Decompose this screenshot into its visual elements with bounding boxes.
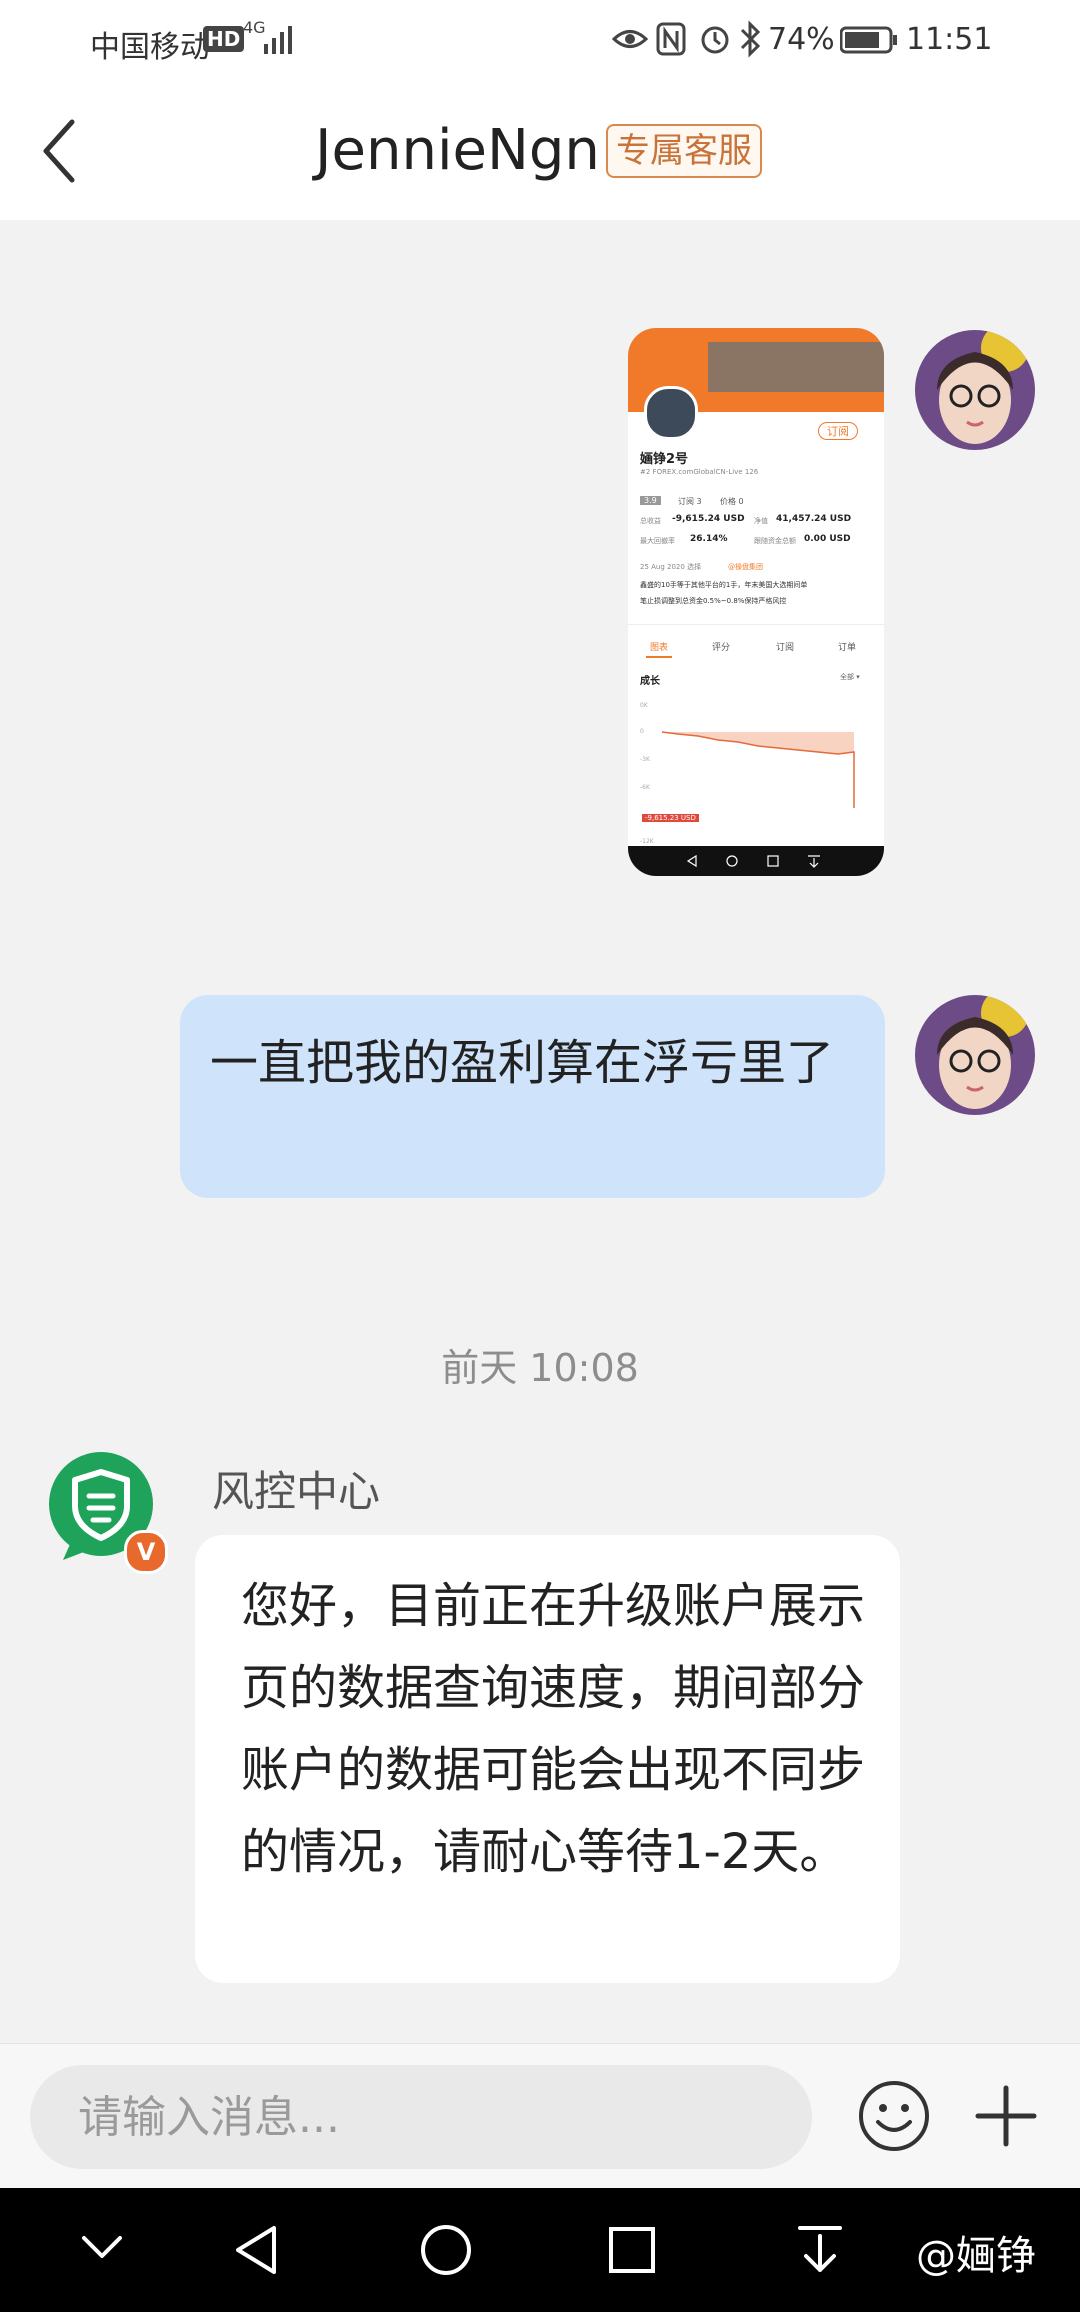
download-icon[interactable]	[794, 2222, 846, 2278]
thumb-equity-value: 41,457.24 USD	[776, 514, 852, 524]
thumb-nav-icons	[686, 854, 820, 868]
verified-badge: V	[124, 1530, 168, 1574]
plus-icon[interactable]	[974, 2084, 1038, 2148]
thumb-navbar	[628, 846, 884, 876]
thumb-date-line: 25 Aug 2020 选择	[640, 563, 702, 571]
thumb-y-tick: -6K	[640, 784, 650, 791]
thumb-profit-value: -9,615.24 USD	[672, 514, 745, 524]
chevron-down-icon[interactable]	[80, 2232, 124, 2264]
chat-title: JennieNgn	[315, 118, 600, 183]
thumb-chart-title: 成长	[640, 676, 660, 687]
thumb-photo-strip	[708, 342, 884, 392]
thumb-follow-value: 0.00 USD	[804, 534, 851, 544]
thumb-divider	[628, 624, 884, 625]
smiley-icon[interactable]	[856, 2078, 932, 2154]
message-input[interactable]	[30, 2065, 812, 2169]
chevron-left-icon[interactable]	[38, 118, 78, 184]
watermark: @婳铮	[916, 2233, 1036, 2279]
thumb-desc-line2: 笔止损调整到总资金0.5%~0.8%保持严格风控	[640, 597, 787, 605]
eye-icon	[612, 30, 648, 48]
thumb-drawdown-value: 26.14%	[690, 534, 728, 544]
battery-percent: 74%	[768, 22, 835, 57]
alarm-icon	[701, 26, 729, 54]
thumb-y-tick: 0K	[640, 702, 648, 709]
thumb-chart-filter: 全部 ▾	[840, 673, 860, 681]
thumb-drawdown-label: 最大回撤率	[640, 537, 675, 545]
message-text: 一直把我的盈利算在浮亏里了	[210, 1035, 835, 1091]
user-avatar-photo	[915, 330, 1035, 450]
user-avatar-photo	[915, 995, 1035, 1115]
image-message-thumbnail[interactable]: 订阅 婳铮2号 #2 FOREX.comGlobalCN-Live 126 3.…	[628, 328, 884, 876]
thumb-tab-subscribe: 订阅	[776, 643, 795, 653]
my-message-bubble[interactable]: 一直把我的盈利算在浮亏里了	[180, 995, 885, 1198]
thumb-tab-chart: 图表	[650, 643, 669, 653]
sender-name: 风控中心	[212, 1467, 381, 1516]
bluetooth-icon	[740, 20, 761, 58]
thumb-desc-line1: 鑫盛的10手等于其他平台的1手，年末美国大选期间单	[640, 581, 808, 589]
thumb-rating: 3.9	[640, 496, 661, 505]
thumb-value-flag: -9,615.23 USD	[642, 814, 699, 822]
avatar[interactable]	[915, 330, 1035, 450]
received-message-bubble[interactable]: 您好，目前正在升级账户展示页的数据查询速度，期间部分账户的数据可能会出现不同步的…	[195, 1535, 900, 1983]
thumb-price: 价格 0	[720, 497, 744, 506]
battery-icon	[840, 26, 897, 54]
nfc-icon	[656, 22, 686, 56]
carrier-label: 中国移动	[90, 30, 210, 65]
thumb-tab-underline	[646, 656, 672, 658]
exclusive-service-badge: 专属客服	[606, 124, 762, 178]
home-circle-icon[interactable]	[418, 2222, 474, 2278]
signal-icon	[264, 26, 292, 54]
thumb-tab-orders: 订单	[838, 643, 857, 653]
clock: 11:51	[906, 22, 993, 57]
thumb-y-tick: -12K	[640, 838, 654, 845]
thumb-tab-rating: 评分	[712, 643, 731, 653]
thumb-growth-chart	[661, 731, 855, 808]
message-text: 您好，目前正在升级账户展示页的数据查询速度，期间部分账户的数据可能会出现不同步的…	[241, 1578, 866, 1880]
back-triangle-icon[interactable]	[230, 2222, 282, 2278]
thumb-subscriptions: 订阅 3	[678, 497, 702, 506]
thumb-tag: @操盘集团	[728, 563, 763, 571]
thumb-y-tick: 0	[640, 728, 644, 735]
thumb-name: 婳铮2号	[640, 452, 689, 467]
avatar[interactable]	[915, 995, 1035, 1115]
status-bar: 中国移动 HD 4G 74% 11:51	[0, 0, 1080, 80]
thumb-equity-label: 净值	[754, 517, 768, 525]
thumb-account-line: #2 FOREX.comGlobalCN-Live 126	[640, 468, 759, 476]
recents-square-icon[interactable]	[606, 2224, 658, 2276]
thumb-profit-label: 总收益	[640, 517, 661, 525]
thumb-subscribe-button: 订阅	[818, 422, 858, 440]
message-timestamp: 前天 10:08	[441, 1346, 639, 1390]
hd-badge: HD	[203, 26, 245, 52]
thumb-avatar	[644, 386, 698, 440]
thumb-y-tick: -3K	[640, 756, 650, 763]
thumb-follow-label: 跟随资金总额	[754, 537, 796, 545]
